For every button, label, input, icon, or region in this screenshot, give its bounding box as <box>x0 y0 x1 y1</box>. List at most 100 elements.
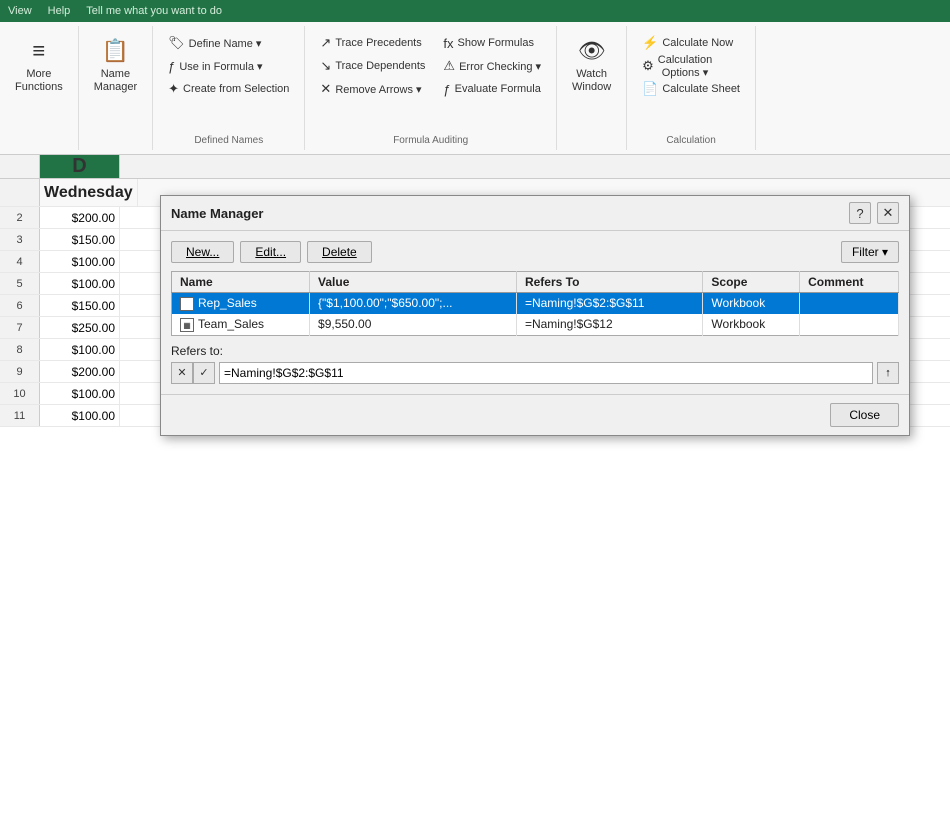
help-tab[interactable]: Help <box>48 5 71 17</box>
calculation-options-button[interactable]: ⚙ Calculation Options ▾ <box>635 55 747 77</box>
create-from-selection-icon: ✦ <box>168 81 179 97</box>
ribbon-group-more-functions: ≡ More Functions <box>0 26 79 150</box>
row-num-6: 6 <box>0 295 40 316</box>
view-tab[interactable]: View <box>8 5 32 17</box>
edit-button[interactable]: Edit... <box>240 241 301 263</box>
cell-value-team_sales: $9,550.00 <box>310 314 517 335</box>
define-name-icon: 🏷 <box>168 35 185 51</box>
show-formulas-icon: fx <box>443 36 453 51</box>
ribbon: View Help Tell me what you want to do ≡ … <box>0 0 950 155</box>
refers-to-confirm-button[interactable]: ✓ <box>193 362 215 384</box>
col-header-scope: Scope <box>703 272 800 293</box>
evaluate-formula-icon: ƒ <box>443 82 450 97</box>
col-header-name: Name <box>172 272 310 293</box>
remove-arrows-button[interactable]: ✕ Remove Arrows ▾ <box>313 78 432 100</box>
name-manager-icon: 📋 <box>102 38 129 64</box>
cell-icon-rep_sales: ▦ <box>180 297 194 311</box>
watch-window-button[interactable]: 👁 Watch Window <box>565 30 618 102</box>
col-header-d: D <box>40 155 120 178</box>
col-header-comment: Comment <box>800 272 899 293</box>
cell-value-10[interactable]: $100.00 <box>40 383 120 404</box>
refers-to-input-row: ✕ ✓ ↑ <box>171 362 899 384</box>
calculate-sheet-button[interactable]: 📄 Calculate Sheet <box>635 78 747 100</box>
cell-value-rep_sales: {"$1,100.00";"$650.00";... <box>310 293 517 314</box>
refers-to-expand-button[interactable]: ↑ <box>877 362 899 384</box>
cell-value-7[interactable]: $250.00 <box>40 317 120 338</box>
col-header-value: Value <box>310 272 517 293</box>
cell-comment-rep_sales <box>800 293 899 314</box>
name-manager-dialog: Name Manager ? ✕ New... Edit... Delete F… <box>160 195 910 436</box>
refers-to-cancel-button[interactable]: ✕ <box>171 362 193 384</box>
table-row[interactable]: ▦Team_Sales $9,550.00 =Naming!$G$12 Work… <box>172 314 899 335</box>
create-from-selection-button[interactable]: ✦ Create from Selection <box>161 78 296 100</box>
refers-to-label: Refers to: <box>171 344 899 358</box>
cell-name-rep_sales: ▦Rep_Sales <box>172 293 310 314</box>
cell-value-5[interactable]: $100.00 <box>40 273 120 294</box>
row-num-8: 8 <box>0 339 40 360</box>
watch-window-icon: 👁 <box>578 38 606 64</box>
trace-precedents-button[interactable]: ↗ Trace Precedents <box>313 32 432 54</box>
col-header-refers-to: Refers To <box>516 272 702 293</box>
more-functions-button[interactable]: ≡ More Functions <box>8 30 70 102</box>
cell-value-4[interactable]: $100.00 <box>40 251 120 272</box>
cell-scope-team_sales: Workbook <box>703 314 800 335</box>
ribbon-group-watch-window: 👁 Watch Window <box>557 26 627 150</box>
cell-value-9[interactable]: $200.00 <box>40 361 120 382</box>
table-row[interactable]: ▦Rep_Sales {"$1,100.00";"$650.00";... =N… <box>172 293 899 314</box>
trace-precedents-icon: ↗ <box>320 35 331 51</box>
remove-arrows-icon: ✕ <box>320 81 331 97</box>
more-functions-icon: ≡ <box>32 38 45 64</box>
name-manager-button[interactable]: 📋 Name Manager <box>87 30 144 102</box>
cell-value-8[interactable]: $100.00 <box>40 339 120 360</box>
dialog-close-x-button[interactable]: ✕ <box>877 202 899 224</box>
cell-refers-to-rep_sales: =Naming!$G$2:$G$11 <box>516 293 702 314</box>
spreadsheet-area: D Wednesday 2 $200.00 3 $150.00 4 $100.0… <box>0 155 950 816</box>
use-in-formula-button[interactable]: ƒ Use in Formula ▾ <box>161 55 296 77</box>
cell-value-2[interactable]: $200.00 <box>40 207 120 228</box>
dialog-help-button[interactable]: ? <box>849 202 871 224</box>
close-dialog-button[interactable]: Close <box>830 403 899 427</box>
tell-me-bar[interactable]: Tell me what you want to do <box>86 5 222 17</box>
calculate-now-icon: ⚡ <box>642 35 658 51</box>
names-table: Name Value Refers To Scope Comment ▦Rep_… <box>171 271 899 336</box>
cell-refers-to-team_sales: =Naming!$G$12 <box>516 314 702 335</box>
row-num-9: 9 <box>0 361 40 382</box>
cell-value-11[interactable]: $100.00 <box>40 405 120 426</box>
row-header-1 <box>0 179 40 206</box>
ribbon-group-formula-auditing: ↗ Trace Precedents ↘ Trace Dependents ✕ … <box>305 26 557 150</box>
names-table-header-row: Name Value Refers To Scope Comment <box>172 272 899 293</box>
names-table-body: ▦Rep_Sales {"$1,100.00";"$650.00";... =N… <box>172 293 899 336</box>
filter-button[interactable]: Filter ▾ <box>841 241 899 263</box>
dialog-title: Name Manager <box>171 206 263 221</box>
row-num-10: 10 <box>0 383 40 404</box>
ribbon-group-defined-names: 🏷 Define Name ▾ ƒ Use in Formula ▾ ✦ Cre… <box>153 26 305 150</box>
names-table-head: Name Value Refers To Scope Comment <box>172 272 899 293</box>
error-checking-button[interactable]: ⚠ Error Checking ▾ <box>436 55 548 77</box>
define-name-button[interactable]: 🏷 Define Name ▾ <box>161 32 296 54</box>
calculate-sheet-icon: 📄 <box>642 81 658 97</box>
evaluate-formula-button[interactable]: ƒ Evaluate Formula <box>436 78 548 100</box>
formula-auditing-label: Formula Auditing <box>393 131 468 146</box>
name-manager-label: Name Manager <box>94 68 137 94</box>
show-formulas-button[interactable]: fx Show Formulas <box>436 32 548 54</box>
new-button[interactable]: New... <box>171 241 234 263</box>
use-in-formula-icon: ƒ <box>168 59 175 74</box>
delete-button[interactable]: Delete <box>307 241 372 263</box>
calculate-now-button[interactable]: ⚡ Calculate Now <box>635 32 747 54</box>
row-num-2: 2 <box>0 207 40 228</box>
watch-window-label: Watch Window <box>572 68 611 94</box>
ribbon-group-calculation: ⚡ Calculate Now ⚙ Calculation Options ▾ … <box>627 26 756 150</box>
trace-dependents-button[interactable]: ↘ Trace Dependents <box>313 55 432 77</box>
refers-to-controls: ✕ ✓ <box>171 362 215 384</box>
defined-names-label: Defined Names <box>194 131 263 146</box>
cell-value-6[interactable]: $150.00 <box>40 295 120 316</box>
cell-name-team_sales: ▦Team_Sales <box>172 314 310 335</box>
refers-to-input[interactable] <box>219 362 873 384</box>
cell-value-3[interactable]: $150.00 <box>40 229 120 250</box>
dialog-footer: Close <box>161 394 909 435</box>
row-num-3: 3 <box>0 229 40 250</box>
row-num-4: 4 <box>0 251 40 272</box>
dialog-body: New... Edit... Delete Filter ▾ Name Valu… <box>161 231 909 394</box>
column-header-row: D <box>0 155 950 179</box>
calculation-label: Calculation <box>666 131 715 146</box>
